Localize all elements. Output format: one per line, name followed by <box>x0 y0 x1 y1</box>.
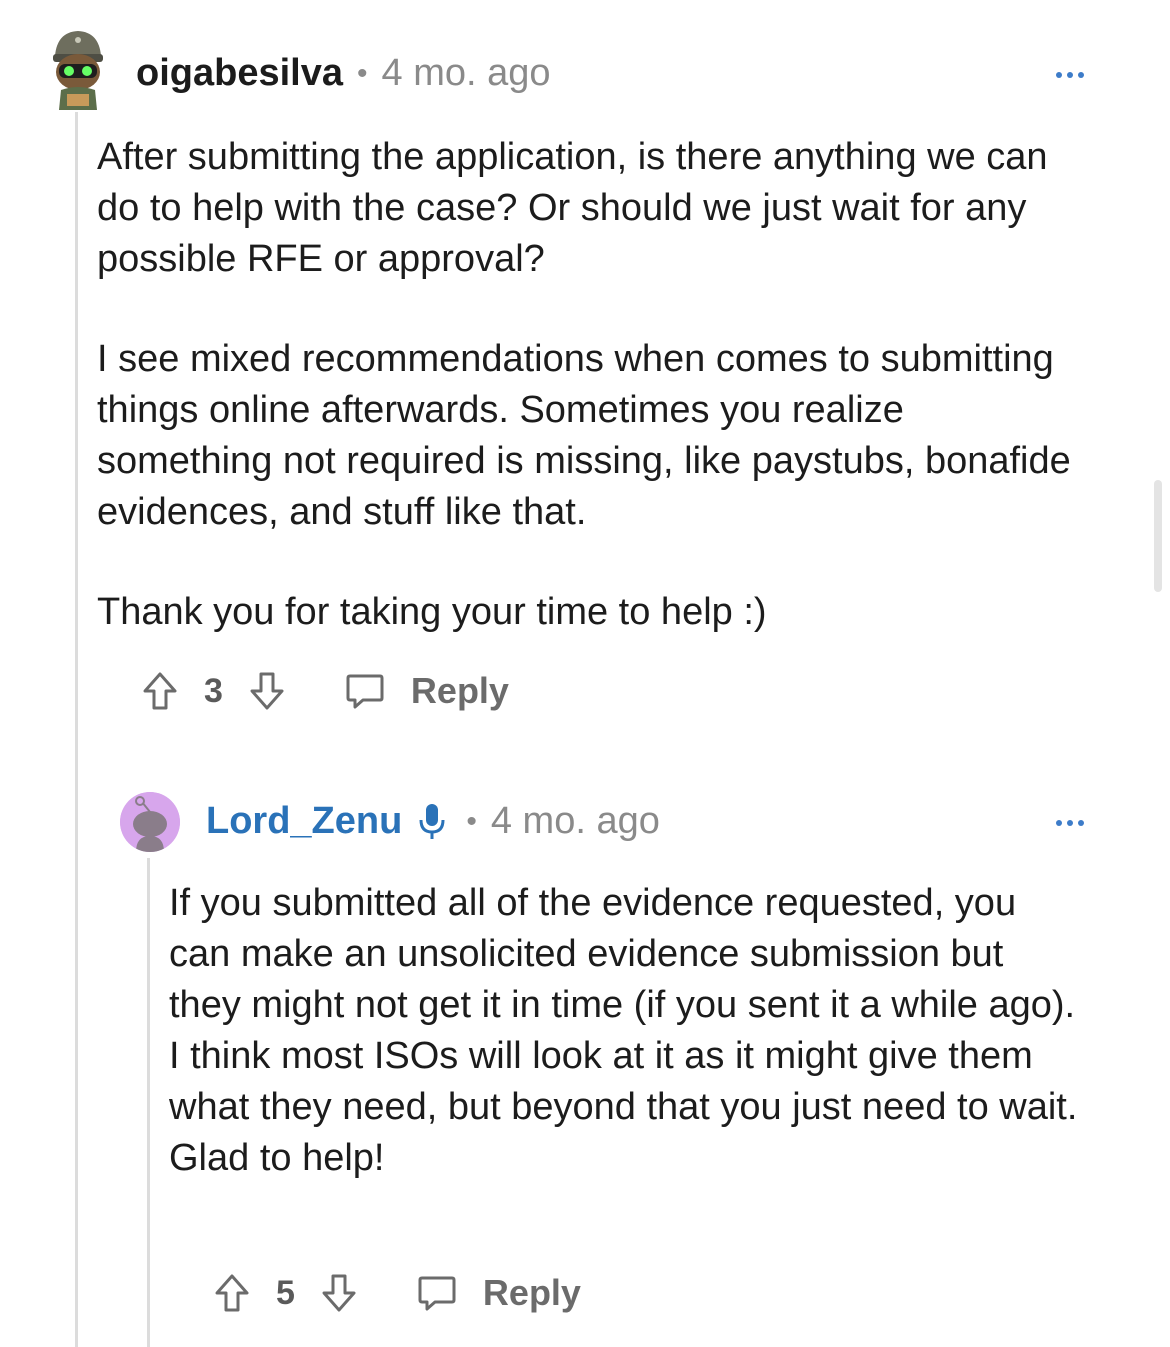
reply-label: Reply <box>482 1272 581 1313</box>
comment-body: If you submitted all of the evidence req… <box>169 878 1079 1184</box>
more-options-button[interactable] <box>1056 820 1084 826</box>
timestamp[interactable]: 4 mo. ago <box>382 52 551 95</box>
more-options-button[interactable] <box>1056 72 1084 78</box>
vote-score: 5 <box>276 1273 295 1312</box>
downvote-icon[interactable] <box>249 671 285 711</box>
snoo-avatar-icon <box>120 792 180 852</box>
comment-bubble-icon <box>417 1274 457 1312</box>
username[interactable]: oigabesilva <box>136 52 343 95</box>
comment-body: After submitting the application, is the… <box>97 132 1072 638</box>
comment-bubble-icon <box>345 672 385 710</box>
upvote-icon[interactable] <box>214 1273 250 1313</box>
comment-meta: oigabesilva • 4 mo. ago <box>136 52 551 95</box>
meta-separator: • <box>356 56 368 90</box>
comment-paragraph: If you submitted all of the evidence req… <box>169 882 1078 1179</box>
user-avatar[interactable] <box>120 792 180 852</box>
meta-separator: • <box>466 804 477 838</box>
comment-actions: 3 Reply <box>142 670 509 712</box>
comment-meta: Lord_Zenu • 4 mo. ago <box>206 800 660 843</box>
thread-line-root[interactable] <box>75 112 78 1347</box>
reply-button[interactable]: Reply <box>417 1272 581 1314</box>
microphone-icon <box>418 802 446 842</box>
comment-paragraph: Thank you for taking your time to help :… <box>97 591 767 633</box>
reply-label: Reply <box>410 670 509 711</box>
robot-avatar-icon <box>45 26 111 110</box>
username[interactable]: Lord_Zenu <box>206 800 402 843</box>
comment-paragraph: I see mixed recommendations when comes t… <box>97 338 1071 533</box>
timestamp[interactable]: 4 mo. ago <box>491 800 660 843</box>
user-avatar[interactable] <box>45 26 111 110</box>
upvote-icon[interactable] <box>142 671 178 711</box>
downvote-icon[interactable] <box>321 1273 357 1313</box>
thread-line-reply[interactable] <box>147 858 150 1347</box>
vote-score: 3 <box>204 671 223 710</box>
comment-paragraph: After submitting the application, is the… <box>97 136 1048 280</box>
comment-actions: 5 Reply <box>214 1272 581 1314</box>
scrollbar[interactable] <box>1154 480 1162 592</box>
reply-button[interactable]: Reply <box>345 670 509 712</box>
